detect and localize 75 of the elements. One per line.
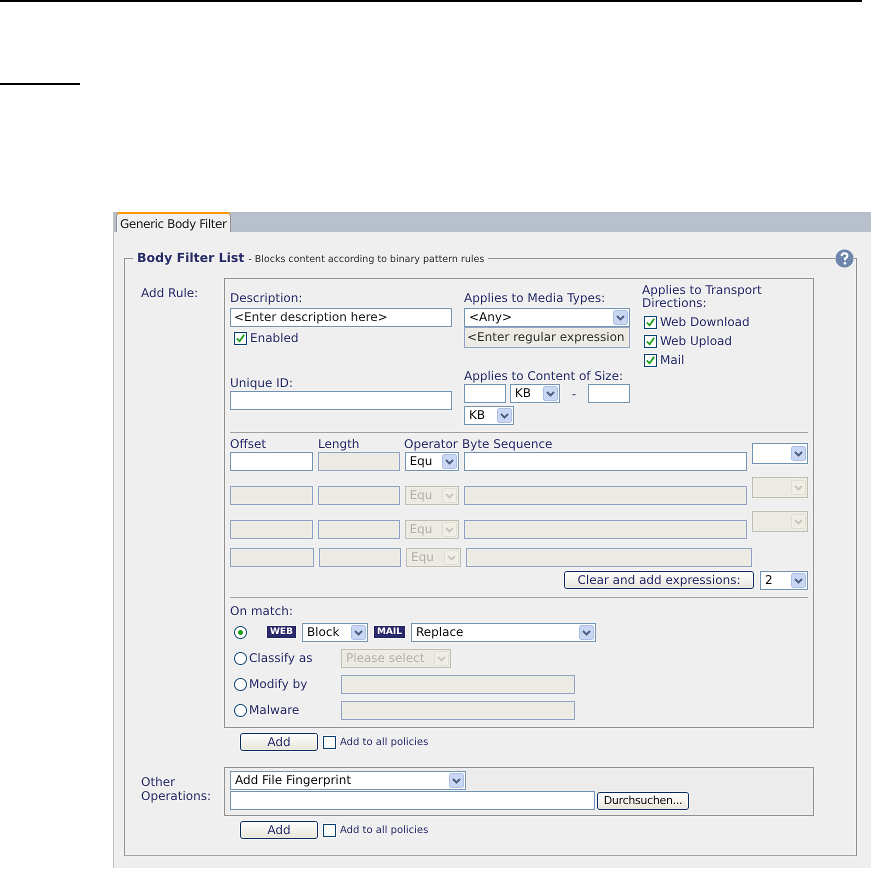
column-header: Operator (404, 437, 459, 451)
field-label: Applies to Content of Size: (464, 369, 624, 384)
byte-sequence-field[interactable] (464, 520, 748, 539)
checkbox-label: Enabled (250, 330, 298, 347)
column-header: Offset (230, 437, 268, 451)
operations-panel[interactable]: Add File Fingerprint Durchsuchen... (224, 767, 814, 816)
field-label: Unique ID: (230, 376, 294, 391)
web-action-dropdown[interactable]: Block (302, 622, 368, 642)
section-title: Body Filter List (137, 250, 244, 265)
option-label: Malware (249, 703, 300, 717)
option-label: Modify by (249, 677, 308, 691)
connector-dropdown[interactable] (752, 443, 808, 464)
radio-button[interactable] (234, 704, 247, 716)
checkbox-label: Web Upload (660, 333, 732, 350)
add-all-checkbox-row[interactable]: Add to all policies (323, 734, 428, 750)
option-field[interactable] (341, 674, 575, 694)
checkbox[interactable] (644, 316, 657, 329)
file-path-field[interactable] (230, 791, 595, 810)
option-field[interactable] (341, 700, 575, 720)
count-dropdown[interactable]: 2 (760, 571, 808, 590)
checkbox-label: Add to all policies (340, 824, 428, 838)
column-header: Length (318, 437, 360, 451)
field-label: Applies to Media Types: (464, 291, 606, 306)
length-field[interactable] (318, 520, 400, 539)
radio-button[interactable] (234, 678, 247, 690)
checkbox[interactable] (644, 335, 657, 348)
radio-button[interactable] (234, 626, 247, 638)
add-button[interactable]: Add (240, 821, 318, 839)
mail-action-dropdown[interactable]: Replace (410, 622, 596, 642)
radio-button[interactable] (234, 652, 247, 664)
byte-sequence-field[interactable] (466, 548, 752, 567)
field-label: Applies to Transport Directions: (642, 284, 763, 310)
add-all-checkbox-row[interactable]: Add to all policies (323, 822, 428, 838)
clear-add-button[interactable]: Clear and add expressions: (564, 571, 754, 589)
on-match-label: On match: (230, 604, 294, 619)
unit-dropdown[interactable]: KB (464, 406, 514, 425)
direction-checkbox-row[interactable]: Mail (644, 351, 782, 370)
size-min-field[interactable] (464, 384, 506, 403)
enabled-checkbox-row[interactable]: Enabled (234, 330, 452, 347)
checkbox-label: Web Download (660, 314, 750, 331)
checkbox-label: Mail (660, 352, 684, 369)
web-badge: WEB (267, 626, 296, 638)
option-label: Classify as (249, 651, 314, 665)
tab[interactable]: Generic Body Filter (116, 212, 231, 232)
checkbox[interactable] (323, 824, 336, 836)
length-field[interactable] (318, 486, 400, 505)
checkbox[interactable] (323, 736, 336, 748)
browse-button[interactable]: Durchsuchen... (597, 792, 689, 810)
operator-dropdown[interactable]: Equ (404, 452, 460, 471)
media-type-dropdown[interactable]: <Any> (464, 308, 630, 327)
unique-id-field[interactable] (230, 391, 452, 410)
byte-sequence-field[interactable] (464, 486, 748, 505)
mail-badge: MAIL (374, 626, 405, 638)
description-field[interactable]: <Enter description here> (230, 308, 452, 327)
field-label: Description: (230, 291, 304, 306)
checkbox[interactable] (644, 354, 657, 367)
other-operations-label: Other Operations: (140, 774, 212, 805)
size-max-field[interactable] (588, 384, 630, 403)
length-field[interactable] (318, 452, 400, 471)
regex-field[interactable]: <Enter regular expression (464, 327, 630, 348)
section-subtitle: - Blocks content according to binary pattern rules (248, 254, 484, 265)
help-icon[interactable] (835, 249, 854, 268)
direction-checkbox-row[interactable]: Web Upload (644, 332, 782, 351)
byte-sequence-field[interactable] (464, 452, 748, 471)
direction-checkbox-row[interactable]: Web Download (644, 313, 782, 332)
column-header: Byte Sequence (462, 437, 552, 451)
length-field[interactable] (319, 548, 401, 567)
add-button[interactable]: Add (240, 733, 318, 751)
add-rule-label: Add Rule: (140, 285, 200, 302)
checkbox[interactable] (234, 332, 247, 345)
checkbox-label: Add to all policies (340, 736, 428, 750)
unit-dropdown[interactable]: KB (510, 384, 560, 403)
operation-dropdown[interactable]: Add File Fingerprint (230, 771, 466, 790)
offset-field[interactable] (230, 452, 314, 471)
range-separator: - (570, 386, 578, 400)
